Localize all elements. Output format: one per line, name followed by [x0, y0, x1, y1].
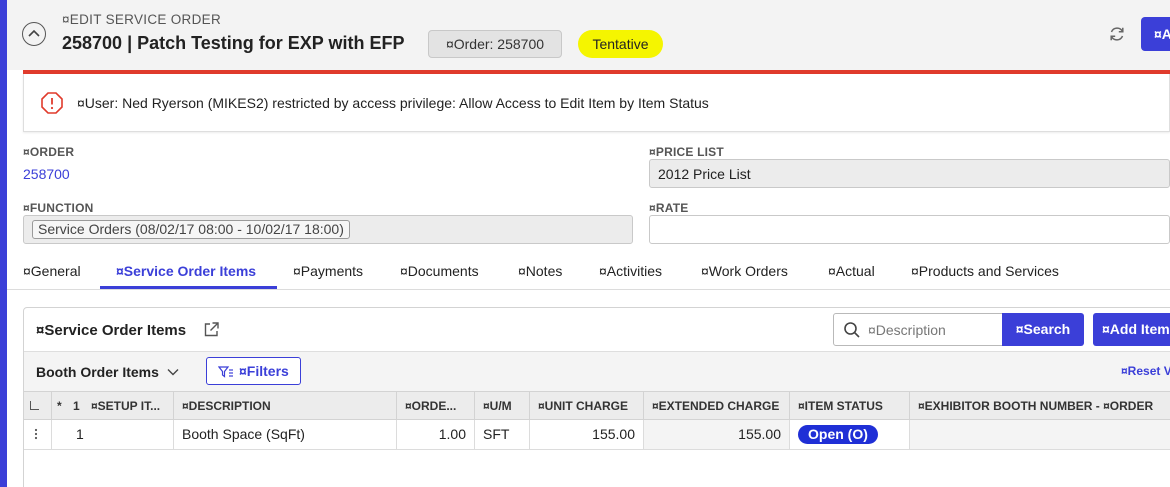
page-kicker: ¤EDIT SERVICE ORDER	[62, 12, 221, 27]
item-status-badge: Open (O)	[798, 425, 878, 444]
unit-charge-cell[interactable]: 155.00	[529, 420, 643, 449]
description-cell[interactable]: Booth Space (SqFt)	[173, 420, 396, 449]
line-column-header[interactable]: 1	[67, 392, 83, 420]
filters-label: ¤Filters	[239, 363, 289, 379]
page-title: 258700 | Patch Testing for EXP with EFP	[62, 33, 405, 53]
tab-actual[interactable]: ¤Actual	[828, 263, 875, 279]
tab-products-and-services[interactable]: ¤Products and Services	[911, 263, 1059, 279]
tab-activities[interactable]: ¤Activities	[599, 263, 662, 279]
panel-title: ¤Service Order Items	[36, 322, 187, 339]
access-alert: ¤User: Ned Ryerson (MIKES2) restricted b…	[23, 74, 1170, 132]
collapse-button[interactable]	[22, 22, 46, 46]
rate-field[interactable]	[649, 215, 1170, 244]
tab-work-orders[interactable]: ¤Work Orders	[701, 263, 788, 279]
drag-handle-icon[interactable]	[34, 428, 38, 440]
reset-view-link[interactable]: ¤Reset V	[1121, 364, 1170, 378]
tab-payments[interactable]: ¤Payments	[293, 263, 363, 279]
extended-charge-column-header[interactable]: ¤EXTENDED CHARGE	[643, 392, 789, 420]
header-action-button[interactable]: ¤A	[1141, 17, 1170, 51]
item-status-column-header[interactable]: ¤ITEM STATUS	[789, 392, 909, 420]
left-nav-rail	[0, 0, 7, 487]
active-tab-indicator	[100, 286, 277, 289]
unit-charge-column-header[interactable]: ¤UNIT CHARGE	[529, 392, 643, 420]
tab-documents[interactable]: ¤Documents	[400, 263, 479, 279]
function-field-label: ¤FUNCTION	[23, 201, 94, 215]
required-column-header: *	[51, 392, 67, 420]
filter-icon	[218, 366, 233, 378]
select-all-column[interactable]	[24, 392, 51, 420]
grid-header: * 1 ¤SETUP IT... ¤DESCRIPTION ¤ORDE... ¤…	[24, 391, 1170, 420]
order-number-link[interactable]: 258700	[23, 166, 70, 182]
rate-field-label: ¤RATE	[649, 201, 689, 215]
ordered-column-header[interactable]: ¤ORDE...	[396, 392, 474, 420]
row-drag-cell[interactable]	[24, 420, 51, 449]
tab-service-order-items[interactable]: ¤Service Order Items	[116, 263, 256, 279]
grid-toolbar: Booth Order Items ¤Filters ¤Reset V	[24, 351, 1170, 391]
um-column-header[interactable]: ¤U/M	[474, 392, 529, 420]
chevron-up-icon	[28, 29, 40, 37]
select-all-icon	[30, 401, 39, 410]
service-order-items-panel: ¤Service Order Items ¤Search ¤Add Item B…	[23, 307, 1170, 487]
order-field-label: ¤ORDER	[23, 145, 75, 159]
add-item-button[interactable]: ¤Add Item	[1093, 313, 1170, 346]
price-list-label: ¤PRICE LIST	[649, 145, 724, 159]
warning-octagon-icon	[41, 92, 63, 114]
line-number-cell: 1	[51, 420, 173, 449]
description-column-header[interactable]: ¤DESCRIPTION	[173, 392, 396, 420]
search-input[interactable]	[868, 321, 998, 339]
exhibitor-booth-cell	[909, 420, 1170, 449]
setup-item-column-header[interactable]: ¤SETUP IT...	[83, 392, 173, 420]
function-field[interactable]: Service Orders (08/02/17 08:00 - 10/02/1…	[23, 215, 633, 244]
price-list-field[interactable]: 2012 Price List	[649, 159, 1170, 188]
order-number-chip: ¤Order: 258700	[428, 30, 562, 58]
table-row[interactable]: 1 Booth Space (SqFt) 1.00 SFT 155.00 155…	[24, 420, 1170, 450]
order-status-badge: Tentative	[578, 30, 663, 58]
search-icon	[844, 322, 860, 338]
tab-bar: ¤General ¤Service Order Items ¤Payments …	[7, 254, 1170, 290]
tab-notes[interactable]: ¤Notes	[518, 263, 562, 279]
exhibitor-booth-column-header[interactable]: ¤EXHIBITOR BOOTH NUMBER - ¤ORDER	[909, 392, 1170, 420]
external-link-icon[interactable]	[203, 321, 220, 338]
extended-charge-cell: 155.00	[643, 420, 789, 449]
ordered-cell[interactable]: 1.00	[396, 420, 474, 449]
search-button[interactable]: ¤Search	[1002, 313, 1084, 346]
alert-message: ¤User: Ned Ryerson (MIKES2) restricted b…	[77, 95, 709, 111]
function-chip: Service Orders (08/02/17 08:00 - 10/02/1…	[32, 220, 350, 239]
chevron-down-icon[interactable]	[167, 368, 179, 376]
page-header: ¤EDIT SERVICE ORDER 258700 | Patch Testi…	[7, 0, 1170, 70]
search-field[interactable]	[833, 313, 1003, 346]
tab-general[interactable]: ¤General	[23, 263, 81, 279]
filters-button[interactable]: ¤Filters	[206, 357, 301, 385]
um-cell[interactable]: SFT	[474, 420, 529, 449]
view-select[interactable]: Booth Order Items	[36, 364, 159, 380]
item-status-cell[interactable]: Open (O)	[789, 420, 909, 449]
refresh-icon[interactable]	[1108, 25, 1126, 43]
